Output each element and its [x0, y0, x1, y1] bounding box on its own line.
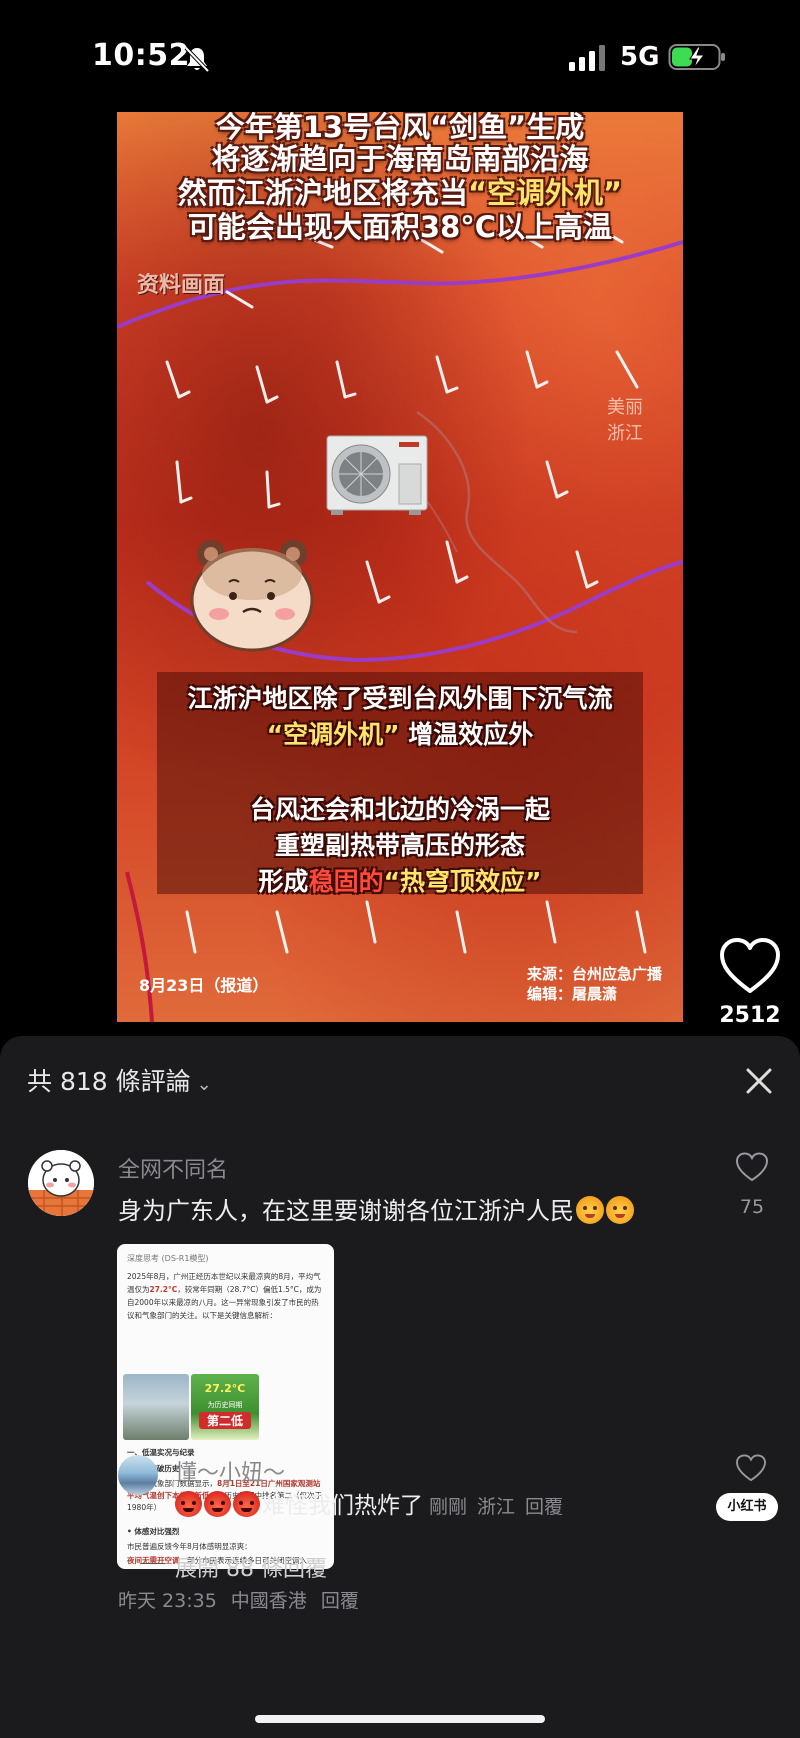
air-conditioner-image: [326, 435, 428, 515]
image-paragraph: 2025年8月，广州正经历本世纪以来最凉爽的8月，平均气温仅为27.2°C，较常…: [127, 1272, 322, 1320]
face-emoji-icon: [606, 1196, 634, 1224]
caption-line-1: 江浙沪地区除了受到台风外围下沉气流: [187, 684, 613, 713]
video-credit: 来源：台州应急广播 编辑：屠晨潇: [527, 964, 662, 1004]
reply-text: 难怪我们热炸了 剛剛 浙江 回覆: [175, 1486, 573, 1520]
comment-text: 身为广东人，在这里要谢谢各位江浙沪人民: [118, 1191, 634, 1226]
network-label: 5G: [620, 42, 660, 72]
reply-heart-icon[interactable]: [735, 1454, 767, 1482]
comment-image[interactable]: 深度思考 (DS-R1模型) 2025年8月，广州正经历本世纪以来最凉爽的8月，…: [117, 1244, 334, 1569]
angry-emoji-icon: [175, 1491, 202, 1517]
video-date: 8月23日（报道）: [139, 976, 269, 995]
credit-editor: 编辑：屠晨潇: [527, 985, 618, 1003]
comment-like-count: 75: [739, 1196, 765, 1218]
temperature-graphic: 27.2°C 为历史同期 第二低: [191, 1374, 259, 1440]
close-icon[interactable]: [744, 1066, 774, 1096]
image-section-2: • 体感对比强烈: [127, 1527, 180, 1536]
video-title-line-4: 可能会出现大面积38°C以上高温: [187, 210, 613, 244]
status-bar: 10:52 5G: [0, 0, 800, 110]
reply-button[interactable]: 回覆: [321, 1590, 359, 1612]
app-logo-badge: 小红书: [716, 1493, 778, 1521]
home-indicator[interactable]: [255, 1715, 545, 1723]
caption-line-4: 重塑副热带高压的形态: [274, 831, 525, 860]
caption-line-3: 台风还会和北边的冷涡一起: [249, 795, 550, 824]
graphic-rank: 第二低: [199, 1412, 251, 1429]
reply-location: 浙江: [477, 1496, 516, 1518]
bell-muted-icon: [184, 46, 210, 73]
reply-time: 剛剛: [429, 1496, 468, 1518]
comment-meta: 昨天 23:35 中國香港 回覆: [118, 1586, 373, 1613]
bear-sticker: [190, 540, 314, 652]
caption-line-2: “空调外机” 增温效应外: [266, 720, 534, 749]
comments-count-label: 共 818 條評論: [27, 1067, 191, 1096]
expand-replies-button[interactable]: 展開 88 條回覆: [141, 1551, 327, 1583]
reply-reply-button[interactable]: 回覆: [525, 1496, 563, 1518]
comment-heart-icon[interactable]: [735, 1152, 769, 1182]
city-photo: [123, 1374, 189, 1440]
avatar[interactable]: [28, 1150, 94, 1216]
comments-title[interactable]: 共 818 條評論 ⌄: [27, 1062, 212, 1098]
graphic-temp: 27.2°C: [204, 1382, 246, 1395]
angry-emoji-icon: [204, 1491, 231, 1517]
signal-icon: [569, 45, 605, 71]
heart-icon[interactable]: [718, 937, 782, 995]
battery-charging-icon: [668, 44, 725, 70]
reply-username[interactable]: 懂～小妞～: [175, 1455, 285, 1487]
graphic-sub: 为历史同期: [207, 1401, 243, 1409]
face-emoji-icon: [576, 1196, 604, 1224]
source-tag: 资料画面: [137, 273, 226, 298]
status-time: 10:52: [92, 38, 190, 73]
chevron-down-icon: ⌄: [196, 1074, 212, 1095]
angry-emoji-icon: [233, 1491, 260, 1517]
comments-panel: 共 818 條評論 ⌄ 全网不同名 身为广东人，在这里要谢谢各位江浙沪人民 75 …: [0, 1036, 800, 1738]
video-player[interactable]: 今年第13号台风“剑鱼”生成 将逐渐趋向于海南岛南部沿海 然而江浙沪地区将充当“…: [117, 112, 683, 1022]
comment-location: 中國香港: [230, 1590, 307, 1612]
credit-source: 来源：台州应急广播: [527, 965, 663, 983]
watermark: 美丽浙江: [607, 397, 643, 444]
like-count: 2512: [719, 1003, 781, 1028]
caption-line-5: 形成稳固的“热穹顶效应”: [258, 867, 542, 896]
image-header: 深度思考 (DS-R1模型): [127, 1254, 209, 1263]
comment-username[interactable]: 全网不同名: [118, 1152, 228, 1184]
reply-avatar[interactable]: [118, 1455, 158, 1495]
comment-time: 昨天 23:35: [118, 1590, 217, 1612]
